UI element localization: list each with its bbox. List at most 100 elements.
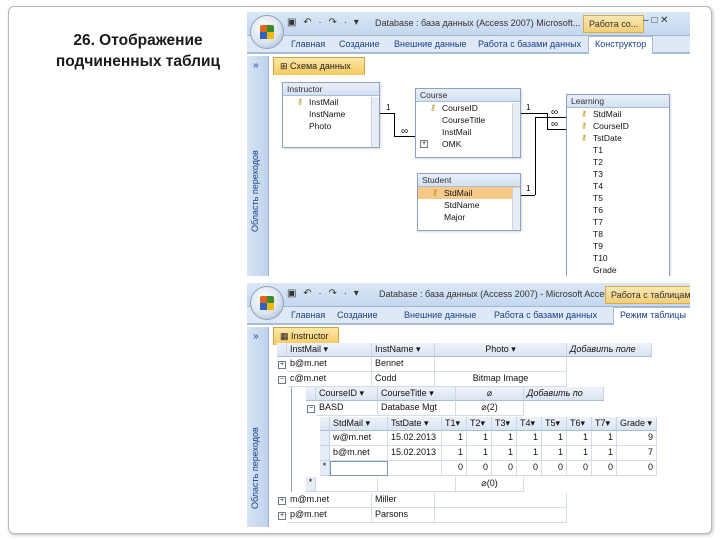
row-selector[interactable]	[320, 431, 330, 446]
scrollbar[interactable]	[371, 97, 379, 147]
tab-database-tools[interactable]: Работа с базами данных	[494, 310, 597, 320]
column-header-instname[interactable]: InstName ▾	[372, 343, 435, 357]
table-title[interactable]: Course	[416, 89, 520, 102]
cell-t6[interactable]: 0	[567, 461, 592, 476]
tab-home[interactable]: Главная	[291, 310, 325, 320]
cell-t3[interactable]: 0	[492, 461, 517, 476]
datasheet[interactable]: InstMail ▾ InstName ▾ Photo ▾ Добавить п…	[277, 343, 690, 527]
new-row-selector[interactable]: *	[320, 461, 330, 476]
tab-home[interactable]: Главная	[291, 39, 325, 49]
column-header-t7[interactable]: T7▾	[592, 417, 617, 431]
cell-attachment[interactable]: ⌀(2)	[456, 401, 524, 416]
cell-t5[interactable]: 1	[542, 446, 567, 461]
cell-instname[interactable]: Parsons	[372, 508, 435, 523]
field-row[interactable]: T5	[567, 192, 669, 204]
relationship-line[interactable]	[521, 195, 535, 196]
column-header-t5[interactable]: T5▾	[542, 417, 567, 431]
cell-courseid[interactable]	[316, 477, 378, 492]
field-row[interactable]: T4	[567, 180, 669, 192]
table-title[interactable]: Instructor	[283, 83, 379, 96]
cell-tstdate[interactable]	[388, 461, 442, 476]
field-row[interactable]: StdName	[418, 199, 520, 211]
column-header-t3[interactable]: T3▾	[492, 417, 517, 431]
cell-instname[interactable]: Bennet	[372, 357, 435, 372]
relationship-line[interactable]	[394, 113, 395, 136]
column-header-attachment[interactable]: ⌀	[456, 387, 524, 401]
tab-external-data[interactable]: Внешние данные	[404, 310, 476, 320]
subdatasheet-learning[interactable]: StdMail ▾ TstDate ▾ T1▾ T2▾ T3▾ T4▾ T5▾ …	[320, 417, 690, 477]
relationships-canvas[interactable]: Instructor ⚷ InstMail InstName Photo Cour…	[270, 75, 690, 276]
quick-access-toolbar[interactable]: ▣ ↶ · ↷ · ▾	[287, 17, 361, 28]
select-all-cell[interactable]	[306, 387, 316, 401]
field-row[interactable]: ⚷ StdMail	[418, 187, 520, 199]
tab-create[interactable]: Создание	[339, 39, 380, 49]
tab-database-tools[interactable]: Работа с базами данных	[478, 39, 581, 49]
table-instructor[interactable]: Instructor ⚷ InstMail InstName Photo	[282, 82, 380, 148]
cell-tstdate[interactable]: 15.02.2013	[388, 431, 442, 446]
cell-stdmail[interactable]: b@m.net	[330, 446, 388, 461]
cell-t1[interactable]: 1	[442, 446, 467, 461]
column-header-t6[interactable]: T6▾	[567, 417, 592, 431]
relationship-line[interactable]	[521, 113, 547, 114]
column-header-t4[interactable]: T4▾	[517, 417, 542, 431]
office-button[interactable]	[250, 15, 284, 49]
office-button[interactable]	[250, 286, 284, 320]
cell-photo[interactable]	[435, 493, 567, 508]
column-header-stdmail[interactable]: StdMail ▾	[330, 417, 388, 431]
new-row-selector[interactable]: *	[306, 477, 316, 492]
cell-photo[interactable]	[435, 508, 567, 523]
cell-instname[interactable]: Codd	[372, 372, 435, 387]
field-row[interactable]: T6	[567, 204, 669, 216]
column-header-instmail[interactable]: InstMail ▾	[287, 343, 372, 357]
cell-instmail[interactable]: p@m.net	[287, 508, 372, 523]
tab-datasheet[interactable]: Режим таблицы	[613, 307, 690, 325]
cell-t4[interactable]: 1	[517, 431, 542, 446]
expand-icon[interactable]: +	[278, 497, 286, 505]
field-row[interactable]: Major	[418, 211, 520, 223]
cell-courseid[interactable]: BASD	[316, 401, 378, 416]
field-row[interactable]: CourseTitle	[416, 114, 520, 126]
context-tab-tools[interactable]: Работа со...	[583, 15, 645, 33]
collapse-icon[interactable]: −	[278, 376, 286, 384]
column-header-add-field[interactable]: Добавить поле	[567, 343, 652, 357]
cell-coursetitle[interactable]: Database Mgt	[378, 401, 456, 416]
field-row[interactable]: Grade	[567, 264, 669, 276]
column-header-tstdate[interactable]: TstDate ▾	[388, 417, 442, 431]
field-row[interactable]: T2	[567, 156, 669, 168]
collapse-icon[interactable]: −	[307, 405, 315, 413]
cell-instmail[interactable]: m@m.net	[287, 493, 372, 508]
expand-icon[interactable]: +	[278, 361, 286, 369]
field-row[interactable]: T10	[567, 252, 669, 264]
cell-grade[interactable]: 0	[617, 461, 657, 476]
cell-instmail[interactable]: c@m.net	[287, 372, 372, 387]
field-row[interactable]: T7	[567, 216, 669, 228]
column-header-grade[interactable]: Grade ▾	[617, 417, 657, 431]
cell-t2[interactable]: 1	[467, 431, 492, 446]
table-learning[interactable]: Learning ⚷ StdMail ⚷ CourseID ⚷ TstDate T1 …	[566, 94, 670, 276]
field-row[interactable]: InstName	[283, 108, 379, 120]
cell-t5[interactable]: 0	[542, 461, 567, 476]
cell-t6[interactable]: 1	[567, 431, 592, 446]
cell-photo[interactable]: Bitmap Image	[435, 372, 567, 387]
cell-t6[interactable]: 1	[567, 446, 592, 461]
cell-t3[interactable]: 1	[492, 431, 517, 446]
cell-t3[interactable]: 1	[492, 446, 517, 461]
window-controls[interactable]: – □ ✕	[643, 15, 669, 26]
tab-design[interactable]: Конструктор	[588, 36, 654, 54]
column-header-courseid[interactable]: CourseID ▾	[316, 387, 378, 401]
table-title[interactable]: Student	[418, 174, 520, 187]
scrollbar[interactable]	[512, 103, 520, 157]
field-row[interactable]: ⚷ InstMail	[283, 96, 379, 108]
field-row[interactable]: InstMail	[416, 126, 520, 138]
field-row[interactable]: ⚷ CourseID	[567, 120, 669, 132]
field-row[interactable]: T8	[567, 228, 669, 240]
cell-t7[interactable]: 1	[592, 431, 617, 446]
table-title[interactable]: Learning	[567, 95, 669, 108]
cell-t5[interactable]: 1	[542, 431, 567, 446]
field-row[interactable]: T1	[567, 144, 669, 156]
cell-stdmail[interactable]	[330, 461, 388, 476]
cell-instname[interactable]: Miller	[372, 493, 435, 508]
doc-tab-relationships[interactable]: ⊞ Схема данных	[273, 57, 365, 75]
field-row[interactable]: ⚷ StdMail	[567, 108, 669, 120]
column-header-t2[interactable]: T2▾	[467, 417, 492, 431]
